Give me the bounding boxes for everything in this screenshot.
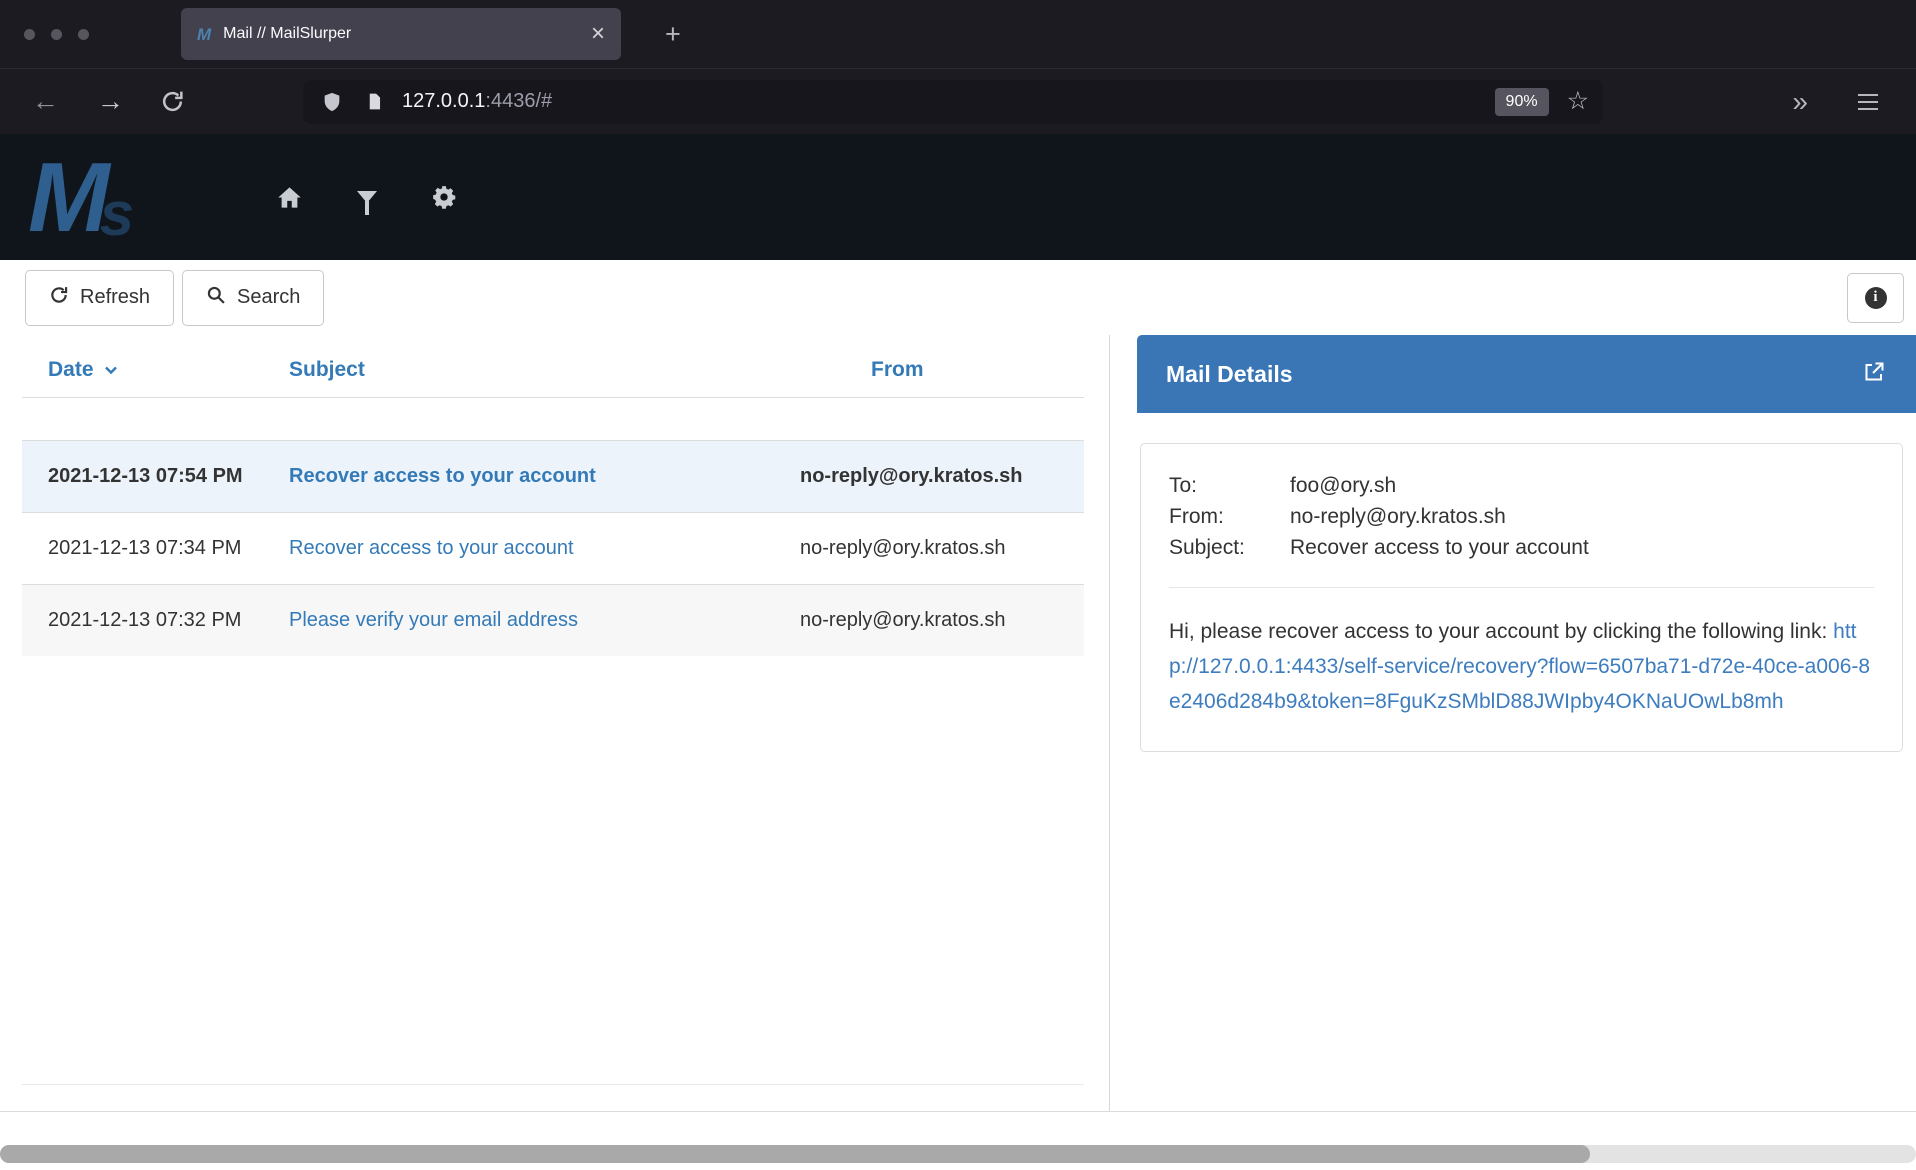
url-path: :4436/# bbox=[485, 90, 552, 112]
home-icon[interactable] bbox=[276, 184, 303, 211]
app-header: M s bbox=[0, 134, 1916, 260]
external-link-icon[interactable] bbox=[1862, 360, 1886, 389]
from-value: no-reply@ory.kratos.sh bbox=[1290, 501, 1506, 532]
tab-strip: M Mail // MailSlurper × + bbox=[0, 0, 1916, 68]
mail-subject-link[interactable]: Recover access to your account bbox=[289, 461, 800, 492]
mail-row[interactable]: 2021-12-13 07:32 PM Please verify your e… bbox=[22, 584, 1084, 656]
mailslurper-logo: M s bbox=[0, 148, 210, 246]
reload-button[interactable] bbox=[160, 89, 185, 114]
info-icon: i bbox=[1865, 287, 1887, 309]
detail-to-row: To: foo@ory.sh bbox=[1169, 470, 1874, 501]
url-host: 127.0.0.1 bbox=[402, 90, 485, 112]
forward-button[interactable]: → bbox=[97, 88, 124, 115]
mail-from: no-reply@ory.kratos.sh bbox=[800, 605, 1084, 636]
mail-date: 2021-12-13 07:54 PM bbox=[22, 461, 289, 492]
main-content: Date Subject From 2021-12-13 07:54 PM Re… bbox=[0, 335, 1916, 1112]
tab-close-icon[interactable]: × bbox=[591, 22, 605, 46]
window-control-dot[interactable] bbox=[78, 29, 89, 40]
from-label: From: bbox=[1169, 501, 1290, 532]
logo-letter-s: s bbox=[100, 184, 134, 246]
date-header-label: Date bbox=[48, 358, 94, 382]
mail-row[interactable]: 2021-12-13 07:34 PM Recover access to yo… bbox=[22, 512, 1084, 584]
card-divider bbox=[1169, 587, 1874, 588]
mail-row[interactable]: 2021-12-13 07:54 PM Recover access to yo… bbox=[22, 440, 1084, 512]
column-header-from: From bbox=[800, 358, 1084, 382]
browser-tab[interactable]: M Mail // MailSlurper × bbox=[181, 8, 621, 60]
to-value: foo@ory.sh bbox=[1290, 470, 1396, 501]
mail-body: Hi, please recover access to your accoun… bbox=[1169, 614, 1874, 719]
subject-value: Recover access to your account bbox=[1290, 532, 1589, 563]
bookmark-star-icon[interactable]: ☆ bbox=[1567, 89, 1589, 114]
back-button[interactable]: ← bbox=[32, 88, 59, 115]
mail-date: 2021-12-13 07:32 PM bbox=[22, 605, 289, 636]
sort-chevron-down-icon bbox=[103, 362, 119, 378]
shield-icon[interactable] bbox=[321, 91, 343, 113]
column-header-subject: Subject bbox=[289, 358, 800, 382]
mail-details-header: Mail Details bbox=[1137, 335, 1916, 413]
overflow-menu-icon[interactable]: » bbox=[1792, 88, 1808, 116]
mail-from: no-reply@ory.kratos.sh bbox=[800, 533, 1084, 564]
mail-subject-link[interactable]: Please verify your email address bbox=[289, 605, 800, 636]
detail-subject-row: Subject: Recover access to your account bbox=[1169, 532, 1874, 563]
window-control-dot[interactable] bbox=[51, 29, 62, 40]
refresh-label: Refresh bbox=[80, 286, 150, 309]
page-info-icon[interactable] bbox=[365, 91, 384, 112]
app-toolbar: Refresh Search i bbox=[0, 260, 1916, 335]
window-controls bbox=[0, 29, 89, 40]
mail-subject-link[interactable]: Recover access to your account bbox=[289, 533, 800, 564]
browser-window: M Mail // MailSlurper × + ← → 127.0.0.1:… bbox=[0, 0, 1916, 1170]
settings-gear-icon[interactable] bbox=[431, 184, 457, 210]
search-label: Search bbox=[237, 286, 300, 309]
zoom-level-badge[interactable]: 90% bbox=[1495, 88, 1549, 116]
url-text: 127.0.0.1:4436/# bbox=[402, 90, 552, 113]
window-control-dot[interactable] bbox=[24, 29, 35, 40]
horizontal-scrollbar-thumb[interactable] bbox=[0, 1145, 1590, 1163]
search-icon bbox=[206, 285, 226, 311]
mail-list-header: Date Subject From bbox=[22, 343, 1084, 398]
tab-favicon-icon: M bbox=[197, 26, 211, 43]
mail-details-title: Mail Details bbox=[1166, 361, 1862, 388]
mail-date: 2021-12-13 07:34 PM bbox=[22, 533, 289, 564]
tab-title: Mail // MailSlurper bbox=[223, 25, 579, 43]
search-button[interactable]: Search bbox=[182, 270, 324, 326]
new-tab-button[interactable]: + bbox=[665, 21, 681, 48]
column-header-date[interactable]: Date bbox=[22, 358, 289, 382]
mail-details-panel: Mail Details To: foo@ory.sh From: no-rep… bbox=[1110, 335, 1916, 1111]
refresh-button[interactable]: Refresh bbox=[25, 270, 174, 326]
mail-list-panel: Date Subject From 2021-12-13 07:54 PM Re… bbox=[0, 335, 1110, 1111]
menu-hamburger-icon[interactable] bbox=[1858, 94, 1878, 110]
mail-details-card: To: foo@ory.sh From: no-reply@ory.kratos… bbox=[1140, 443, 1903, 752]
to-label: To: bbox=[1169, 470, 1290, 501]
subject-label: Subject: bbox=[1169, 532, 1290, 563]
url-bar[interactable]: 127.0.0.1:4436/# 90% ☆ bbox=[303, 80, 1603, 124]
logo-letter-m: M bbox=[28, 148, 104, 246]
mail-body-text: Hi, please recover access to your accoun… bbox=[1169, 620, 1833, 643]
filter-icon[interactable] bbox=[357, 191, 377, 203]
info-button[interactable]: i bbox=[1847, 273, 1904, 323]
horizontal-scrollbar-track[interactable] bbox=[0, 1145, 1916, 1163]
detail-from-row: From: no-reply@ory.kratos.sh bbox=[1169, 501, 1874, 532]
page-footer bbox=[0, 1112, 1916, 1170]
mail-from: no-reply@ory.kratos.sh bbox=[800, 461, 1084, 492]
browser-navbar: ← → 127.0.0.1:4436/# 90% ☆ » bbox=[0, 68, 1916, 134]
refresh-icon bbox=[49, 285, 69, 311]
